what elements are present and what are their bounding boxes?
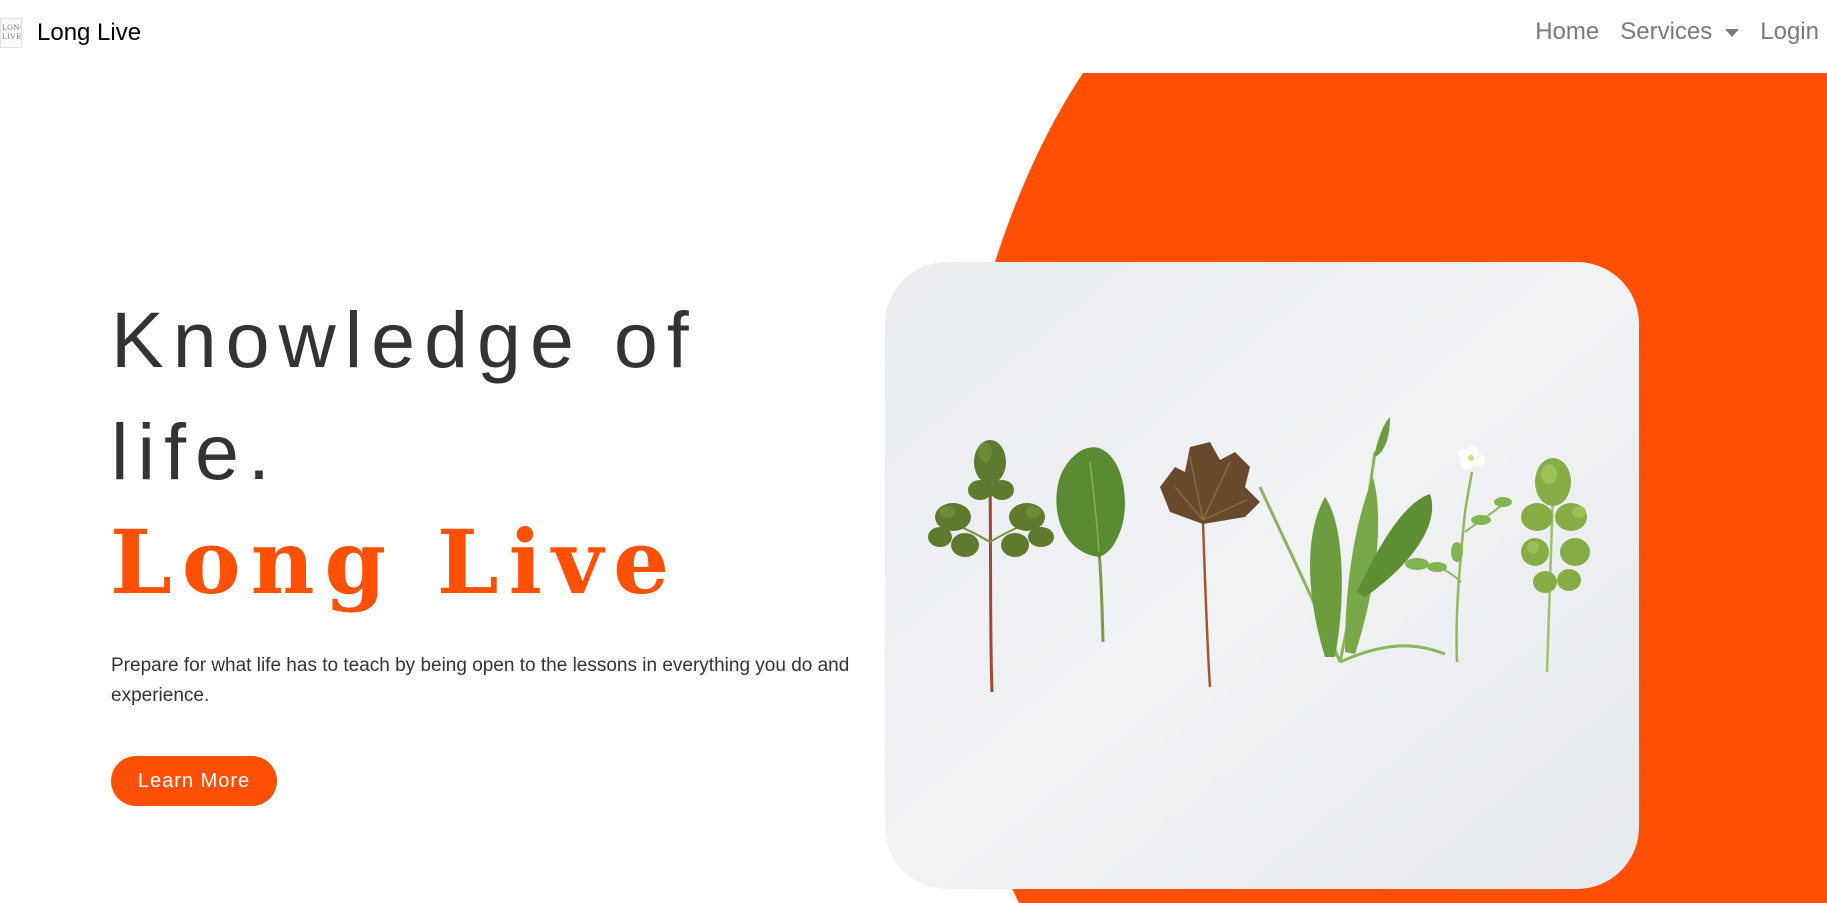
brand-name: Long Live xyxy=(37,19,142,46)
hero-title: Knowledge of life. xyxy=(111,295,698,496)
chevron-down-icon xyxy=(1725,29,1740,37)
navbar: LONG LIVE Long Live Home Services Login xyxy=(0,0,1827,66)
brand-logo: LONG LIVE xyxy=(0,18,22,48)
brand-link[interactable]: LONG LIVE Long Live xyxy=(0,18,141,48)
nav-home-link[interactable]: Home xyxy=(1535,18,1599,46)
nav-services-label: Services xyxy=(1620,18,1713,45)
nav-services-dropdown[interactable]: Services xyxy=(1620,18,1740,46)
nav-login-link[interactable]: Login xyxy=(1760,18,1819,46)
brand-logo-text: LONG LIVE xyxy=(2,24,22,41)
hero-brand-heading: Long Live xyxy=(110,510,680,614)
hero-description: Prepare for what life has to teach by be… xyxy=(111,655,850,706)
learn-more-button[interactable]: Learn More xyxy=(111,756,277,806)
hero-image-card xyxy=(885,262,1639,889)
herbs-image xyxy=(885,262,1639,889)
nav-menu: Home Services Login xyxy=(1514,18,1819,46)
